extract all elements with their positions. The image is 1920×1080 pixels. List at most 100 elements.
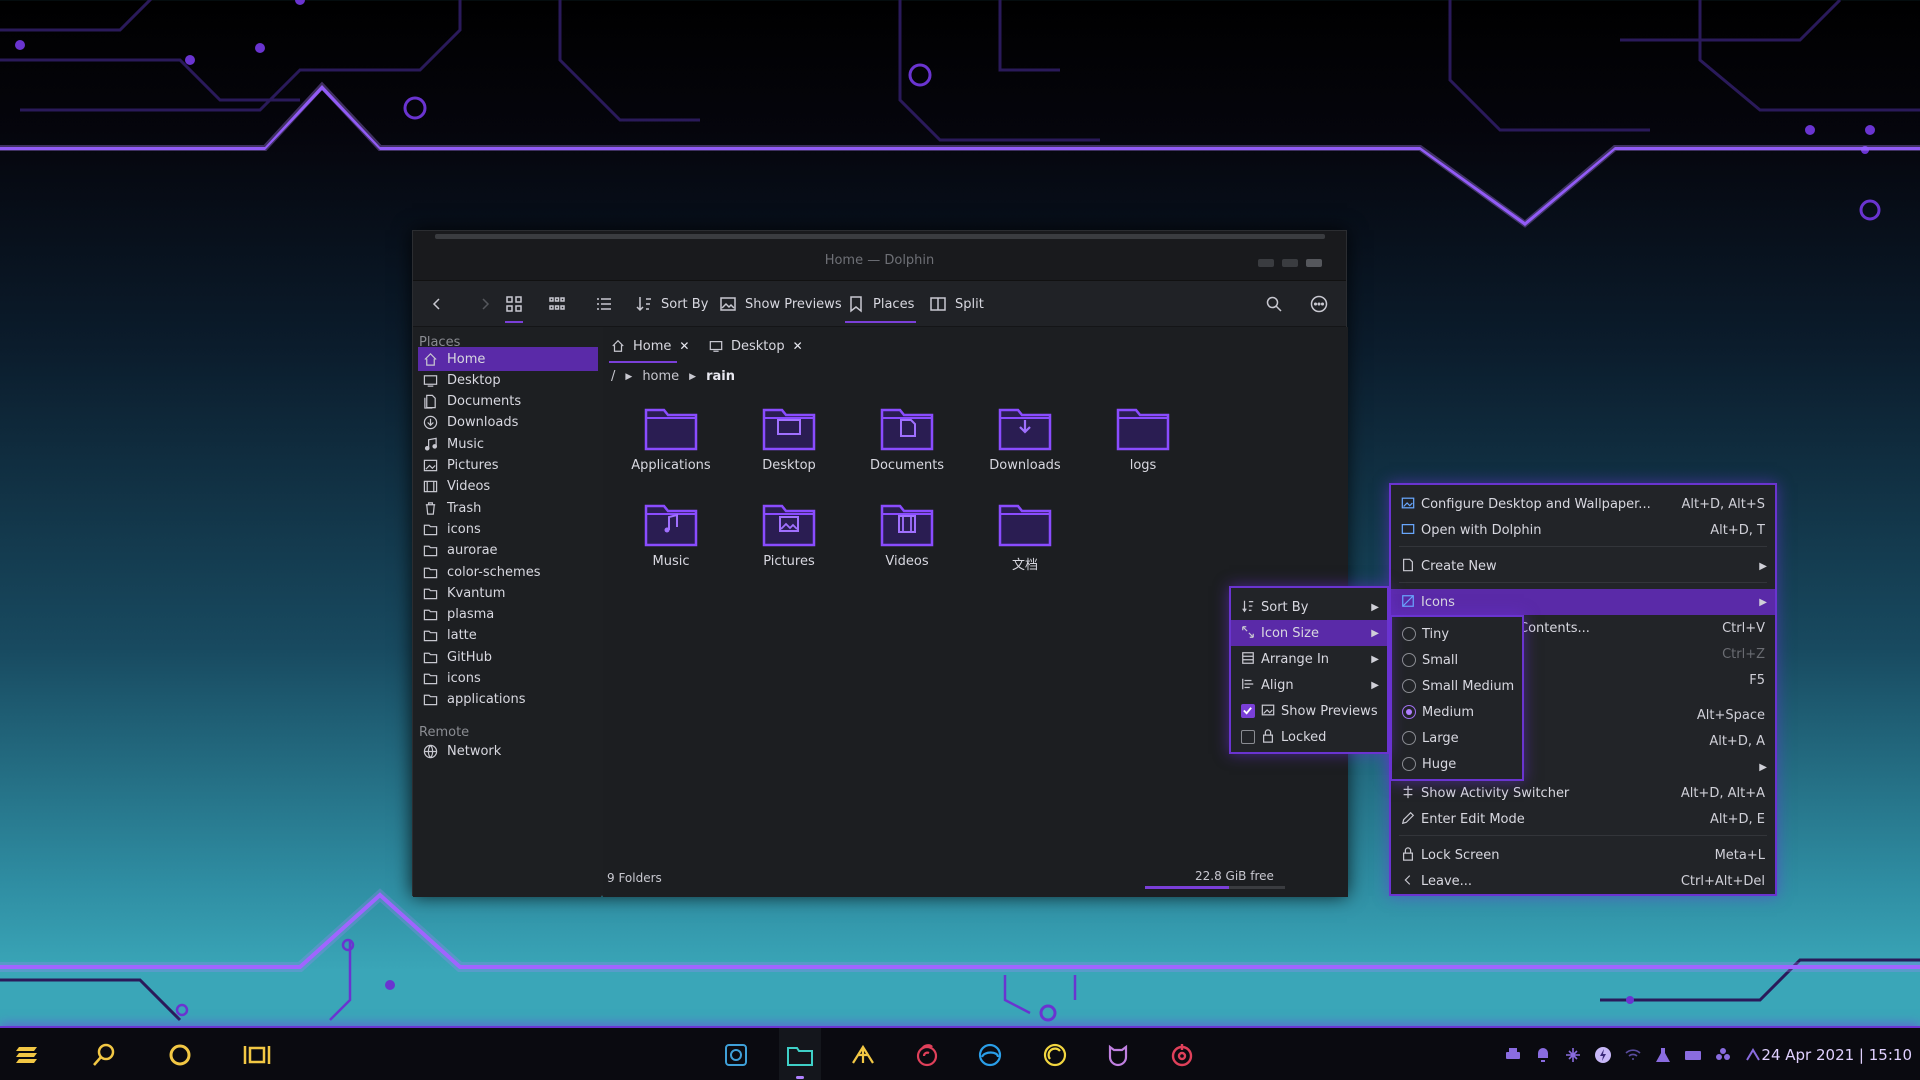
menu-item-arrange-in[interactable]: Arrange In ▶ [1231, 646, 1387, 672]
menu-item-open-with-dolphin[interactable]: Open with Dolphin Alt+D, T [1391, 517, 1775, 543]
close-button[interactable] [1306, 259, 1322, 267]
breadcrumb-root[interactable]: / [611, 369, 615, 384]
size-option-huge[interactable]: Huge [1392, 751, 1522, 777]
menu-item-enter-edit-mode[interactable]: Enter Edit Mode Alt+D, E [1391, 806, 1775, 832]
sidebar-item-label: Pictures [447, 458, 499, 473]
menu-item-show-activity-switcher[interactable]: Show Activity Switcher Alt+D, Alt+A [1391, 780, 1775, 806]
launcher-menu-button[interactable] [8, 1028, 48, 1080]
tray-network-icon[interactable] [1560, 1028, 1586, 1080]
folder-item[interactable]: Documents [847, 402, 967, 473]
task-firefox[interactable] [907, 1028, 947, 1080]
folder-item[interactable]: Desktop [729, 402, 849, 473]
size-option-large[interactable]: Large [1392, 725, 1522, 751]
search-button[interactable] [1265, 281, 1283, 327]
desktop-icon [709, 341, 723, 352]
menu-item-show-previews[interactable]: Show Previews [1231, 698, 1387, 724]
pencil-icon [1401, 811, 1415, 825]
folder-item[interactable]: Applications [611, 402, 731, 473]
printer-icon [1506, 1048, 1520, 1059]
breadcrumb-home[interactable]: home [642, 369, 679, 384]
task-dolphin[interactable] [779, 1028, 821, 1080]
radio-button[interactable] [1402, 627, 1416, 641]
menu-item-locked[interactable]: Locked [1231, 724, 1387, 750]
menu-item-label: Sort By [1261, 599, 1309, 615]
search-launcher-button[interactable] [84, 1028, 124, 1080]
maximize-button[interactable] [1282, 259, 1298, 267]
menu-item-align[interactable]: Align ▶ [1231, 672, 1387, 698]
radio-button[interactable] [1402, 757, 1416, 771]
tray-keyboard-icon[interactable] [1680, 1028, 1706, 1080]
folder-item[interactable]: Downloads [965, 402, 1085, 473]
task-krita[interactable] [843, 1028, 883, 1080]
task-edge[interactable] [970, 1028, 1010, 1080]
back-button[interactable] [429, 281, 445, 327]
sort-by-button[interactable]: Sort By [635, 281, 708, 327]
split-button[interactable]: Split [929, 281, 984, 327]
show-previews-checkbox[interactable] [1241, 704, 1255, 718]
size-option-small[interactable]: Small [1392, 647, 1522, 673]
size-option-medium[interactable]: Medium [1392, 699, 1522, 725]
menu-item-icon-size[interactable]: Icon Size ▶ [1231, 620, 1387, 646]
folder-item[interactable]: 文档 [965, 498, 1085, 573]
sidebar-item-applications[interactable]: applications [418, 688, 598, 712]
close-tab-icon[interactable]: ✕ [679, 339, 689, 353]
radio-button[interactable] [1402, 679, 1416, 693]
tab-home[interactable]: Home ✕ [608, 335, 689, 363]
menu-item-sort-by[interactable]: Sort By ▶ [1231, 594, 1387, 620]
menu-item-shortcut: Ctrl+Alt+Del [1680, 873, 1765, 889]
show-previews-button[interactable]: Show Previews [719, 281, 842, 327]
folder-item[interactable]: Pictures [729, 498, 849, 569]
breadcrumb-current[interactable]: rain [706, 369, 735, 384]
details-view-button[interactable] [595, 281, 613, 327]
menu-item-leave[interactable]: Leave... Ctrl+Alt+Del [1391, 868, 1775, 894]
tray-kdeconnect-icon[interactable] [1590, 1028, 1616, 1080]
menu-item-label: Leave... [1421, 873, 1473, 889]
window-switch-button[interactable] [237, 1028, 277, 1080]
menu-item-label: Icon Size [1261, 625, 1319, 641]
sidebar-item-label: Home [447, 351, 486, 367]
close-tab-icon[interactable]: ✕ [793, 339, 803, 353]
size-option-tiny[interactable]: Tiny [1392, 621, 1522, 647]
radio-button[interactable] [1402, 705, 1416, 719]
align-icon [1242, 678, 1254, 690]
folder-name: Pictures [763, 554, 815, 569]
menu-button[interactable] [1310, 281, 1328, 327]
folder-item[interactable]: Videos [847, 498, 967, 569]
locked-checkbox[interactable] [1241, 730, 1255, 744]
folder-item[interactable]: logs [1083, 402, 1203, 473]
task-screenshot[interactable] [716, 1028, 756, 1080]
places-button[interactable]: Places [841, 281, 920, 327]
sidebar-item-network[interactable]: Network [418, 739, 598, 763]
minimize-button[interactable] [1258, 259, 1274, 267]
title-bar[interactable]: Home — Dolphin [413, 231, 1346, 281]
menu-item-lock-screen[interactable]: Lock Screen Meta+L [1391, 842, 1775, 868]
forward-button[interactable] [477, 281, 493, 327]
menu-item-create-new[interactable]: Create New ▶ [1391, 553, 1775, 579]
task-element[interactable] [1035, 1028, 1075, 1080]
compact-view-button[interactable] [548, 281, 566, 327]
size-option-small-medium[interactable]: Small Medium [1392, 673, 1522, 699]
sidebar-item-label: icons [447, 671, 481, 686]
tray-updates-icon[interactable] [1650, 1028, 1676, 1080]
icons-view-button[interactable] [501, 281, 527, 327]
sidebar-item-label: applications [447, 692, 526, 708]
menu-item-configure-desktop[interactable]: Configure Desktop and Wallpaper... Alt+D… [1391, 491, 1775, 517]
tab-desktop[interactable]: Desktop ✕ [709, 335, 803, 357]
task-github[interactable] [1098, 1028, 1138, 1080]
taskbar: 24 Apr 2021 | 15:10 [0, 1026, 1920, 1080]
circle-launcher-button[interactable] [160, 1028, 200, 1080]
tray-printer-icon[interactable] [1500, 1028, 1526, 1080]
tray-wifi-icon[interactable] [1620, 1028, 1646, 1080]
radio-button[interactable] [1402, 731, 1416, 745]
folder-icon [998, 408, 1052, 451]
screenshot-app-icon [725, 1044, 747, 1066]
radio-button[interactable] [1402, 653, 1416, 667]
clock[interactable]: 24 Apr 2021 | 15:10 [1761, 1028, 1912, 1080]
menu-separator [1399, 582, 1767, 583]
sidebar-item-label: Videos [447, 479, 491, 495]
task-app[interactable] [1162, 1028, 1202, 1080]
tray-plasma-icon[interactable] [1710, 1028, 1736, 1080]
tray-notifications-icon[interactable] [1530, 1028, 1556, 1080]
folder-item[interactable]: Music [611, 498, 731, 569]
menu-item-icons[interactable]: Icons ▶ [1391, 589, 1775, 615]
